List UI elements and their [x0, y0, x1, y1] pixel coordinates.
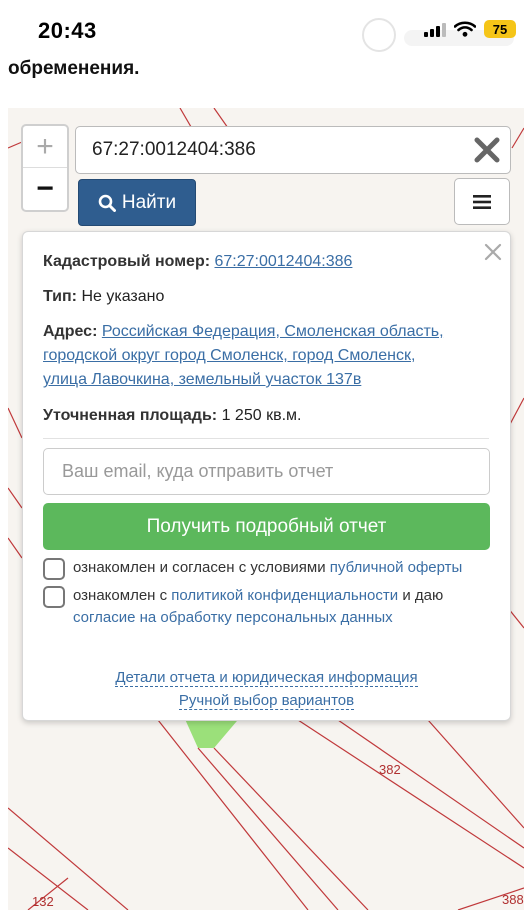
type-label: Тип:	[43, 288, 77, 305]
offer-consent-row: ознакомлен и согласен с условиями публич…	[43, 557, 462, 580]
privacy-policy-link[interactable]: политикой конфиденциальности	[171, 587, 398, 604]
area-row: Уточненная площадь: 1 250 кв.м.	[43, 404, 301, 428]
address-label: Адрес:	[43, 323, 98, 340]
wifi-icon	[454, 21, 476, 37]
parcel-label: 382	[379, 762, 401, 777]
clear-search-button[interactable]	[470, 133, 504, 167]
email-field[interactable]: Ваш email, куда отправить отчет	[43, 448, 490, 495]
cadastral-number-row: Кадастровый номер: 67:27:0012404:386	[43, 250, 352, 274]
popup-footer-links: Детали отчета и юридическая информация Р…	[23, 666, 510, 712]
public-offer-link[interactable]: публичной оферты	[330, 559, 463, 576]
zoom-control: + −	[21, 124, 69, 212]
parcel-label: 132	[32, 894, 54, 909]
zoom-out-button[interactable]: −	[23, 168, 67, 210]
parcel-info-popup: Кадастровый номер: 67:27:0012404:386 Тип…	[22, 231, 511, 721]
area-label: Уточненная площадь:	[43, 407, 218, 424]
privacy-consent-text: ознакомлен с политикой конфиденциальност…	[73, 585, 493, 629]
home-icon	[362, 18, 396, 52]
area-value: 1 250 кв.м.	[221, 407, 302, 424]
personal-data-consent-link[interactable]: согласие на обработку персональных данны…	[73, 609, 393, 626]
address-link-line3[interactable]: улица Лавочкина, земельный участок 137в	[43, 371, 361, 388]
type-row: Тип: Не указано	[43, 285, 164, 309]
menu-button[interactable]	[454, 178, 510, 225]
privacy-consent-row: ознакомлен с политикой конфиденциальност…	[43, 585, 493, 629]
privacy-consent-label: ознакомлен с	[73, 587, 168, 604]
type-value: Не указано	[81, 288, 165, 305]
manual-selection-link[interactable]: Ручной выбор вариантов	[178, 692, 355, 710]
find-button-label: Найти	[121, 191, 177, 213]
find-button[interactable]: Найти	[78, 179, 196, 226]
popup-close-button[interactable]	[479, 238, 507, 266]
cadastral-search-input[interactable]: 67:27:0012404:386	[75, 126, 511, 174]
popup-divider	[43, 438, 489, 439]
privacy-consent-checkbox[interactable]	[43, 586, 65, 608]
page-text-fragment: обременения.	[8, 58, 140, 79]
offer-consent-label: ознакомлен и согласен с условиями	[73, 559, 326, 576]
status-time: 20:43	[38, 18, 97, 43]
offer-consent-checkbox[interactable]	[43, 558, 65, 580]
search-icon	[98, 194, 116, 212]
address-link-line1[interactable]: Российская Федерация, Смоленская область…	[102, 323, 444, 340]
cadastral-number-link[interactable]: 67:27:0012404:386	[215, 253, 353, 270]
status-bar: 20:43 75	[0, 0, 532, 62]
report-details-link[interactable]: Детали отчета и юридическая информация	[115, 669, 418, 687]
battery-indicator: 75	[484, 20, 516, 38]
cadastral-number-label: Кадастровый номер:	[43, 253, 211, 270]
close-icon	[484, 243, 502, 261]
status-icons: 75	[424, 20, 516, 38]
privacy-consent-label-2: и даю	[402, 587, 444, 604]
cellular-signal-icon	[424, 21, 446, 37]
zoom-in-button[interactable]: +	[23, 126, 67, 168]
get-report-button[interactable]: Получить подробный отчет	[43, 503, 490, 550]
address-link-line2[interactable]: городской округ город Смоленск, город См…	[43, 347, 415, 364]
close-x-icon	[474, 137, 500, 163]
offer-consent-text: ознакомлен и согласен с условиями публич…	[73, 557, 462, 579]
address-row: Адрес: Российская Федерация, Смоленская …	[43, 320, 444, 392]
hamburger-menu-icon	[473, 194, 491, 209]
parcel-label: 388	[502, 892, 524, 907]
